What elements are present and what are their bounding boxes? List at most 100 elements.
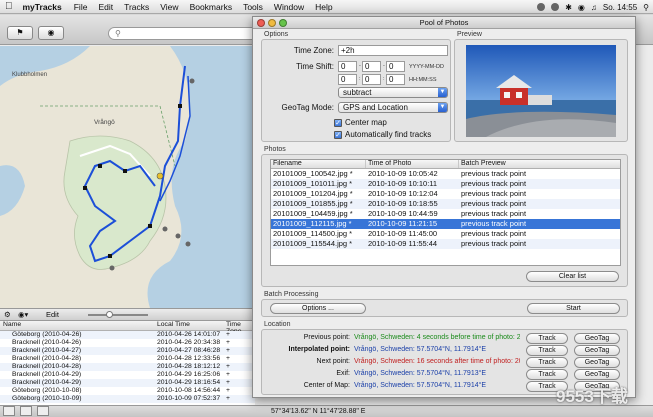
photo-pin[interactable] xyxy=(109,265,115,271)
table-row[interactable]: 20101009_101855.jpg * 2010-10-09 10:18:55… xyxy=(271,199,620,209)
shift-day-field[interactable]: 0 xyxy=(386,61,405,72)
table-row[interactable]: Göteborg (2010-10-09) 2010-10-09 07:52:37… xyxy=(0,395,255,403)
bluetooth-icon[interactable]: ✱ xyxy=(565,3,572,12)
start-button[interactable]: Start xyxy=(527,303,620,314)
zoom-icon[interactable] xyxy=(279,19,287,27)
minimize-icon[interactable] xyxy=(268,19,276,27)
column-header[interactable]: Time of Photo xyxy=(368,160,411,167)
table-row[interactable]: 20101009_115544.jpg * 2010-10-09 11:55:44… xyxy=(271,239,620,249)
geotag-button[interactable]: GeoTag xyxy=(574,333,620,344)
shift-hour-field[interactable]: 0 xyxy=(338,74,357,85)
waypoint-marker[interactable] xyxy=(83,186,87,190)
photos-table[interactable]: Filename Time of Photo Batch Preview 201… xyxy=(270,159,621,266)
photo-pin[interactable] xyxy=(156,172,164,180)
column-header[interactable]: Filename xyxy=(273,160,302,167)
track-list[interactable]: Name Local Time Time Zone Göteborg (2010… xyxy=(0,321,255,405)
eye-icon[interactable]: ◉▾ xyxy=(18,310,28,319)
menu-extra-icon[interactable] xyxy=(537,3,546,11)
zoom-slider-thumb[interactable] xyxy=(106,311,113,318)
track-button[interactable]: Track xyxy=(526,369,568,380)
location-label: Interpolated point: xyxy=(288,346,350,353)
wifi-icon[interactable]: ◉ xyxy=(578,3,585,12)
column-header[interactable]: Name xyxy=(3,321,21,328)
add-button[interactable] xyxy=(3,406,15,416)
photo-time: 2010-10-09 11:55:44 xyxy=(368,239,438,248)
spotlight-icon[interactable]: ⚲ xyxy=(643,3,649,12)
menu-view[interactable]: View xyxy=(160,2,178,12)
photo-filename: 20101009_100542.jpg * xyxy=(273,169,353,178)
geotag-button[interactable]: GeoTag xyxy=(574,345,620,356)
track-button[interactable]: Track xyxy=(526,333,568,344)
photo-pin[interactable] xyxy=(162,226,168,232)
menu-help[interactable]: Help xyxy=(315,2,332,12)
table-row[interactable]: 20101009_100542.jpg * 2010-10-09 10:05:42… xyxy=(271,169,620,179)
apple-icon[interactable]:  xyxy=(5,1,13,12)
menu-app-name[interactable]: myTracks xyxy=(23,2,62,12)
table-row[interactable]: Bracknell (2010-04-27) 2010-04-27 08:46:2… xyxy=(0,347,255,355)
table-row[interactable]: Bracknell (2010-04-26) 2010-04-26 20:34:3… xyxy=(0,339,255,347)
batch-options-button[interactable]: Options ... xyxy=(270,303,366,314)
window-title-bar[interactable]: Pool of Photos xyxy=(253,17,635,29)
close-icon[interactable] xyxy=(257,19,265,27)
flag-button[interactable]: ⚑ xyxy=(7,26,33,40)
shift-month-field[interactable]: 0 xyxy=(362,61,381,72)
auto-find-checkbox[interactable]: ✓ Automatically find tracks xyxy=(334,130,431,139)
table-row[interactable]: 20101009_101011.jpg * 2010-10-09 10:10:11… xyxy=(271,179,620,189)
photo-pin[interactable] xyxy=(175,233,181,239)
menu-file[interactable]: File xyxy=(74,2,88,12)
chevron-down-icon: ▼ xyxy=(438,103,447,112)
menu-tracks[interactable]: Tracks xyxy=(124,2,149,12)
table-row[interactable]: Bracknell (2010-04-28) 2010-04-28 18:12:1… xyxy=(0,363,255,371)
shift-operation-select[interactable]: subtract ▼ xyxy=(338,87,448,98)
menu-edit[interactable]: Edit xyxy=(98,2,113,12)
column-header[interactable]: Batch Preview xyxy=(461,160,506,167)
clear-list-button[interactable]: Clear list xyxy=(526,271,619,282)
center-map-checkbox[interactable]: ✓ Center map xyxy=(334,118,387,127)
photo-time: 2010-10-09 11:21:15 xyxy=(368,219,438,228)
waypoint-marker[interactable] xyxy=(108,254,112,258)
photo-button[interactable] xyxy=(20,406,32,416)
shift-year-field[interactable]: 0 xyxy=(338,61,357,72)
waypoint-marker[interactable] xyxy=(123,169,127,173)
zoom-slider[interactable] xyxy=(88,311,148,318)
table-row[interactable]: Göteborg (2010-04-26) 2010-04-26 14:01:07… xyxy=(0,331,255,339)
search-input[interactable]: ⚲ xyxy=(108,27,258,40)
photo-pin[interactable] xyxy=(185,241,191,247)
column-header[interactable]: Local Time xyxy=(157,321,190,328)
waypoint-marker[interactable] xyxy=(148,224,152,228)
menu-extra-icon[interactable] xyxy=(551,3,560,11)
waypoint-marker[interactable] xyxy=(98,164,102,168)
geotag-button[interactable]: GeoTag xyxy=(574,369,620,380)
map-view[interactable]: Klubbholmen Vrångö xyxy=(0,46,255,308)
photo-pin[interactable] xyxy=(189,78,195,84)
table-row[interactable]: Göteborg (2010-10-08) 2010-10-08 14:56:44… xyxy=(0,387,255,395)
shift-second-field[interactable]: 0 xyxy=(386,74,405,85)
map-canvas[interactable]: Klubbholmen Vrångö xyxy=(0,46,255,308)
table-row[interactable]: 20101009_101204.jpg * 2010-10-09 10:12:04… xyxy=(271,189,620,199)
clock[interactable]: So. 14:55 xyxy=(603,3,637,12)
track-button[interactable]: Track xyxy=(526,357,568,368)
geotag-mode-select[interactable]: GPS and Location ▼ xyxy=(338,102,448,113)
gear-icon[interactable]: ⚙ xyxy=(4,310,11,319)
remove-button[interactable] xyxy=(37,406,49,416)
shift-minute-field[interactable]: 0 xyxy=(362,74,381,85)
location-value: Vrångö, Schweden: 57.5704°N, 11.7914°E xyxy=(354,346,487,353)
table-row[interactable]: 20101009_104459.jpg * 2010-10-09 10:44:59… xyxy=(271,209,620,219)
geotag-button[interactable]: GeoTag xyxy=(574,357,620,368)
table-row[interactable]: Bracknell (2010-04-29) 2010-04-29 18:16:5… xyxy=(0,379,255,387)
column-divider[interactable] xyxy=(365,160,366,168)
table-row-selected[interactable]: 20101009_112115.jpg * 2010-10-09 11:21:15… xyxy=(271,219,620,229)
track-button[interactable]: Track xyxy=(526,345,568,356)
table-row[interactable]: 20101009_114500.jpg * 2010-10-09 11:45:00… xyxy=(271,229,620,239)
table-row[interactable]: Bracknell (2010-04-28) 2010-04-28 12:33:5… xyxy=(0,355,255,363)
menu-window[interactable]: Window xyxy=(274,2,304,12)
camera-button[interactable]: ◉ xyxy=(38,26,64,40)
column-divider[interactable] xyxy=(458,160,459,168)
volume-icon[interactable]: ♫ xyxy=(591,3,597,12)
time-zone-field[interactable]: +2h xyxy=(338,45,448,56)
menu-tools[interactable]: Tools xyxy=(243,2,263,12)
edit-button[interactable]: Edit xyxy=(46,310,59,319)
waypoint-marker[interactable] xyxy=(178,104,182,108)
table-row[interactable]: Bracknell (2010-04-29) 2010-04-29 16:25:0… xyxy=(0,371,255,379)
menu-bookmarks[interactable]: Bookmarks xyxy=(190,2,233,12)
